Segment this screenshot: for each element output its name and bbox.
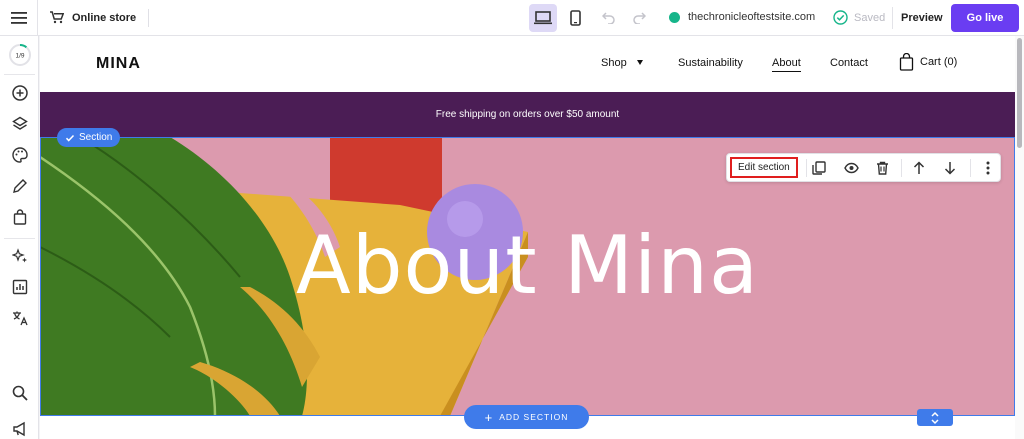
analytics-icon	[12, 279, 28, 295]
store-switcher[interactable]: Online store	[50, 11, 136, 24]
search-icon	[12, 385, 28, 401]
megaphone-icon	[13, 421, 25, 437]
layers-icon	[12, 116, 28, 130]
undo-icon	[601, 12, 615, 25]
plus-icon: +	[484, 409, 494, 425]
delete-button[interactable]	[874, 160, 890, 176]
hamburger-icon	[10, 11, 27, 24]
undo-button[interactable]	[601, 10, 616, 29]
eye-icon	[843, 162, 859, 174]
preview-button[interactable]: Preview	[892, 7, 951, 29]
site-status-dot	[669, 11, 680, 23]
shopping-bag-icon	[13, 209, 27, 225]
setup-progress[interactable]: 1/9	[8, 43, 32, 67]
arrow-down-icon	[944, 162, 956, 175]
site-canvas: MINA Shop Sustainability About Contact C…	[40, 36, 1015, 439]
marketing-button[interactable]	[10, 419, 30, 439]
check-circle-icon	[833, 10, 848, 25]
mobile-icon	[569, 10, 581, 26]
palette-icon	[12, 147, 28, 163]
analytics-button[interactable]	[10, 277, 30, 297]
add-section-label: ADD SECTION	[499, 412, 569, 422]
nav-about[interactable]: About	[772, 57, 801, 72]
reorder-handle[interactable]	[917, 409, 953, 426]
site-url[interactable]: thechronicleoftestsite.com	[669, 11, 815, 23]
cart-icon	[50, 11, 64, 24]
scrollbar-thumb[interactable]	[1017, 38, 1022, 148]
ai-tools-button[interactable]	[10, 246, 30, 266]
section-tag[interactable]: Section	[57, 128, 121, 147]
arrow-up-icon	[913, 161, 925, 174]
cart-label: Cart (0)	[920, 56, 958, 68]
divider	[901, 159, 902, 177]
nav-cart[interactable]: Cart (0)	[899, 53, 957, 71]
edit-section-button[interactable]: Edit section	[730, 157, 798, 178]
check-icon	[65, 134, 75, 142]
add-element-button[interactable]	[10, 83, 30, 103]
add-section-button[interactable]: + ADD SECTION	[464, 405, 589, 429]
layers-button[interactable]	[10, 114, 30, 134]
announcement-bar[interactable]: Free shipping on orders over $50 amount	[40, 92, 1015, 137]
mobile-view-button[interactable]	[561, 4, 589, 32]
divider	[970, 159, 971, 177]
visibility-button[interactable]	[843, 160, 859, 176]
pencil-icon	[13, 179, 27, 193]
move-down-button[interactable]	[942, 160, 958, 176]
hero-title[interactable]: About Mina	[40, 219, 1015, 312]
menu-button[interactable]	[0, 0, 38, 36]
more-vertical-icon	[986, 161, 990, 175]
sparkle-icon	[12, 248, 27, 263]
divider	[806, 159, 807, 177]
trash-icon	[876, 161, 888, 175]
more-options-button[interactable]	[980, 160, 996, 176]
divider	[4, 238, 35, 239]
redo-icon	[633, 12, 647, 25]
translate-icon	[12, 311, 28, 326]
nav-shop[interactable]: Shop	[601, 57, 627, 69]
duplicate-button[interactable]	[811, 160, 827, 176]
saved-label: Saved	[854, 11, 886, 24]
nav-sustainability[interactable]: Sustainability	[678, 57, 743, 69]
move-up-button[interactable]	[911, 160, 927, 176]
desktop-icon	[534, 11, 552, 25]
store-label: Online store	[72, 11, 137, 24]
design-button[interactable]	[10, 145, 30, 165]
translate-button[interactable]	[10, 308, 30, 328]
site-logo[interactable]: MINA	[96, 55, 141, 73]
progress-ring-icon: 1/9	[9, 43, 31, 66]
divider	[4, 74, 35, 75]
add-icon	[12, 85, 28, 101]
site-url-label: thechronicleoftestsite.com	[688, 11, 816, 23]
site-header[interactable]: MINA Shop Sustainability About Contact C…	[40, 36, 1015, 92]
shopping-bag-icon	[899, 53, 914, 71]
divider	[148, 8, 150, 27]
section-tag-label: Section	[79, 132, 113, 143]
announcement-text: Free shipping on orders over $50 amount	[435, 109, 620, 120]
chevron-up-down-icon	[931, 411, 939, 424]
desktop-view-button[interactable]	[529, 4, 557, 32]
caret-down-icon	[637, 60, 643, 65]
store-products-button[interactable]	[10, 207, 30, 227]
go-live-button[interactable]: Go live	[951, 4, 1019, 32]
saved-status: Saved	[833, 10, 885, 25]
edit-content-button[interactable]	[10, 176, 30, 196]
search-button[interactable]	[10, 383, 30, 403]
nav-contact[interactable]: Contact	[830, 57, 868, 69]
section-toolbar: Edit section	[726, 153, 1001, 182]
editor-sidebar: 1/9	[0, 36, 39, 439]
progress-label: 1/9	[15, 53, 24, 60]
duplicate-icon	[812, 161, 826, 175]
redo-button[interactable]	[632, 10, 647, 29]
